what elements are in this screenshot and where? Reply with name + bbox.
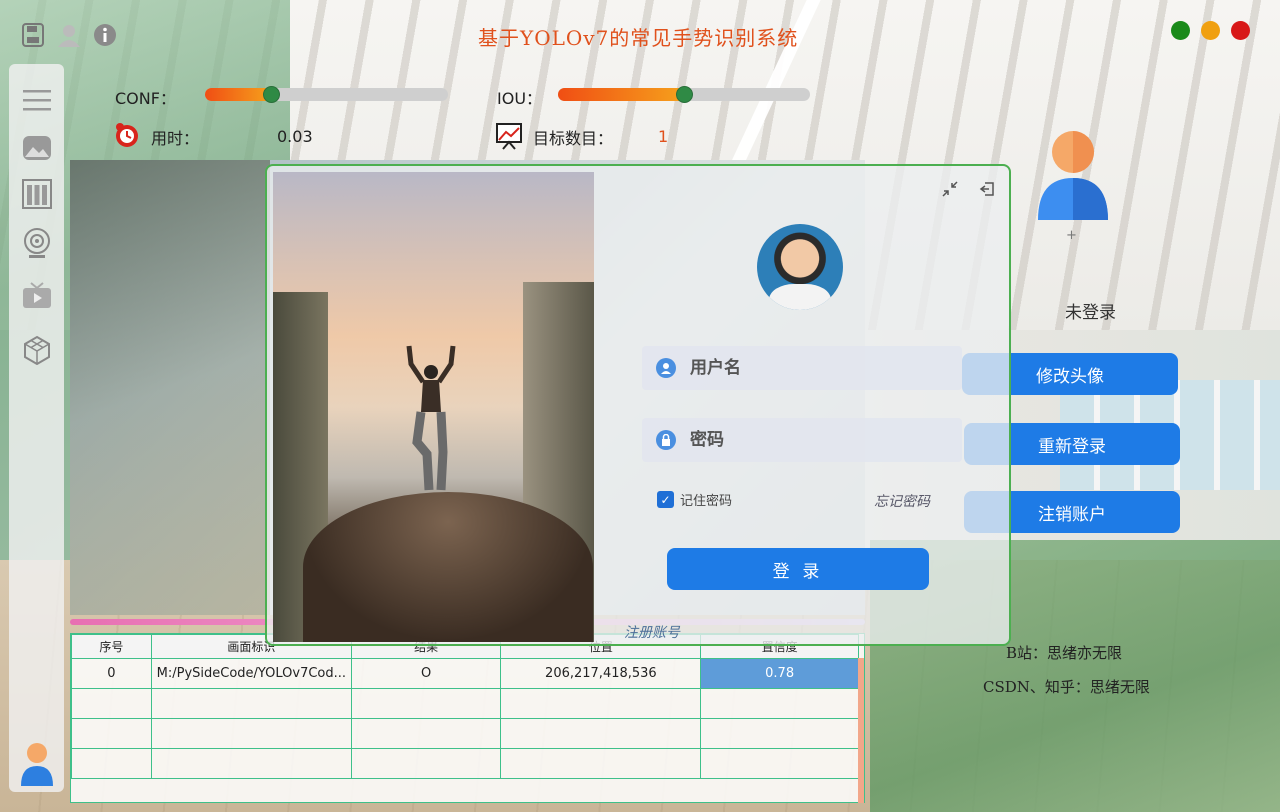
conf-slider[interactable] (205, 86, 448, 103)
detection-image-tree (70, 160, 270, 615)
video-icon[interactable] (21, 280, 53, 312)
table-cell[interactable] (500, 688, 702, 719)
table-cell[interactable] (71, 748, 152, 779)
close-button[interactable] (1231, 21, 1250, 40)
login-avatar-shirt (769, 284, 831, 310)
maximize-button[interactable] (1171, 21, 1190, 40)
remember-label: 记住密码 (680, 494, 733, 509)
add-avatar-plus[interactable]: + (1066, 228, 1077, 243)
login-avatar (757, 224, 843, 310)
table-cell[interactable]: M:/PySideCode/YOLOv7Cod... (150, 658, 352, 689)
menu-icon[interactable] (21, 84, 53, 116)
lock-icon (656, 430, 676, 450)
table-cell[interactable] (71, 718, 152, 749)
exit-icon[interactable] (978, 180, 996, 198)
count-value: 1 (658, 127, 669, 146)
app-title: 基于YOLOv7的常见手势识别系统 (478, 26, 799, 50)
table-cell[interactable] (71, 688, 152, 719)
login-dialog: ✓ 记住密码 忘记密码 登 录 注册账号 (265, 164, 1011, 646)
register-link[interactable]: 注册账号 (624, 622, 680, 642)
user-avatar-large[interactable] (1036, 130, 1110, 220)
remember-checkbox[interactable]: ✓ (657, 491, 674, 508)
table-row[interactable] (71, 718, 859, 749)
info-icon[interactable] (92, 22, 118, 48)
user-icon[interactable] (56, 22, 82, 48)
username-icon (656, 358, 676, 378)
login-button[interactable]: 登 录 (667, 548, 929, 590)
table-cell[interactable] (500, 748, 702, 779)
remember-password[interactable]: ✓ 记住密码 (657, 490, 732, 509)
camera-icon[interactable] (21, 228, 53, 260)
table-cell[interactable]: 206,217,418,536 (500, 658, 702, 689)
table-cell[interactable]: 0 (71, 658, 152, 689)
forgot-password-link[interactable]: 忘记密码 (874, 491, 930, 511)
credit-bilibili: B站：思绪亦无限 (1006, 644, 1123, 662)
table-cell[interactable] (150, 748, 352, 779)
iou-slider-handle[interactable] (676, 86, 693, 103)
table-cell[interactable] (350, 718, 502, 749)
table-cell[interactable] (500, 718, 702, 749)
save-icon[interactable] (20, 22, 46, 48)
table-header[interactable]: 序号 (71, 634, 152, 659)
table-cell-selected[interactable]: 0.78 (700, 658, 859, 689)
table-cell[interactable] (350, 748, 502, 779)
login-status: 未登录 (1065, 303, 1116, 323)
collapse-icon[interactable] (941, 180, 959, 198)
table-row[interactable]: 0 M:/PySideCode/YOLOv7Cod... O 206,217,4… (71, 658, 859, 689)
username-field[interactable] (642, 346, 962, 390)
table-row[interactable] (71, 748, 859, 779)
conf-slider-handle[interactable] (263, 86, 280, 103)
table-cell[interactable] (700, 718, 859, 749)
photo-rock (303, 492, 593, 642)
table-cell[interactable] (700, 748, 859, 779)
password-field[interactable] (642, 418, 962, 462)
results-table: 序号 画面标识 结果 位置 置信度 0 M:/PySideCode/YOLOv7… (70, 633, 865, 803)
sidebar (9, 64, 64, 792)
iou-slider[interactable] (558, 86, 810, 103)
table-cell[interactable] (150, 718, 352, 749)
time-value: 0.03 (277, 127, 313, 146)
image-icon[interactable] (21, 132, 53, 164)
table-cell[interactable] (700, 688, 859, 719)
username-input[interactable] (690, 358, 930, 378)
conf-label: CONF： (115, 89, 176, 108)
credit-csdn: CSDN、知乎：思绪无限 (983, 678, 1150, 696)
target-count-icon (496, 122, 522, 150)
timer-icon (114, 122, 140, 148)
conf-slider-fill (205, 88, 272, 101)
table-cell[interactable] (350, 688, 502, 719)
count-label: 目标数目： (533, 129, 614, 148)
time-label: 用时： (151, 129, 200, 148)
login-dialog-photo (273, 172, 594, 642)
model-icon[interactable] (21, 334, 53, 366)
folder-icon[interactable] (21, 178, 53, 210)
table-cell[interactable] (150, 688, 352, 719)
iou-label: IOU： (497, 89, 543, 108)
iou-slider-fill (558, 88, 686, 101)
minimize-button[interactable] (1201, 21, 1220, 40)
table-cell[interactable]: O (350, 658, 502, 689)
table-scrollbar[interactable] (858, 658, 864, 803)
photo-person (406, 345, 456, 491)
user-avatar-icon[interactable] (19, 742, 55, 786)
table-row[interactable] (71, 688, 859, 719)
password-input[interactable] (690, 430, 930, 450)
